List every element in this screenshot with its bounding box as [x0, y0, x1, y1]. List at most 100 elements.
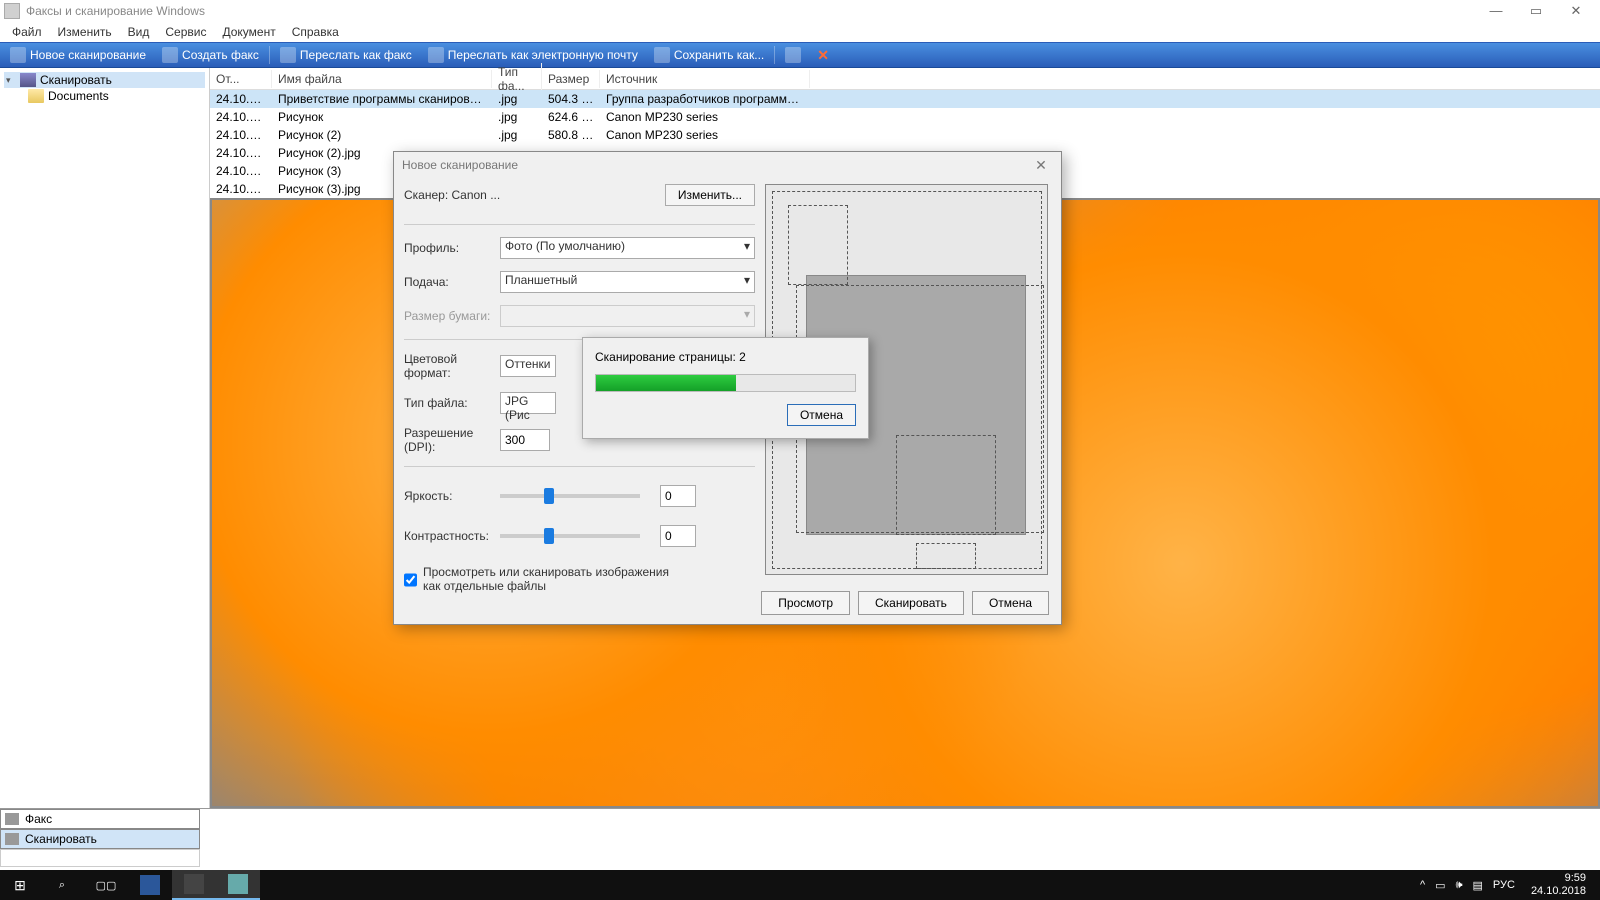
brightness-label: Яркость:: [404, 489, 500, 503]
toolbar-delete[interactable]: ✕: [811, 46, 837, 64]
toolbar-forward-fax-label: Переслать как факс: [300, 48, 412, 62]
taskbar-app-notepad[interactable]: [172, 870, 216, 900]
taskbar-taskview[interactable]: ▢▢: [84, 870, 128, 900]
progress-fill: [596, 375, 736, 391]
tray-volume-icon[interactable]: 🕪: [1456, 879, 1463, 892]
minimize-button[interactable]: —: [1476, 0, 1516, 22]
menu-bar: Файл Изменить Вид Сервис Документ Справк…: [0, 22, 1600, 42]
cell-date: 24.10.201...: [210, 127, 272, 143]
filetype-select[interactable]: JPG (Рис: [500, 392, 556, 414]
progress-cancel-button[interactable]: Отмена: [787, 404, 856, 426]
dpi-input[interactable]: [500, 429, 550, 451]
toolbar-forward-email-label: Переслать как электронную почту: [448, 48, 638, 62]
col-header-date[interactable]: От...: [210, 70, 272, 88]
collapse-icon[interactable]: ▾: [6, 75, 16, 86]
toolbar-save-as[interactable]: Сохранить как...: [648, 45, 770, 65]
notepad-icon: [184, 874, 204, 894]
tray-network-icon[interactable]: ▭: [1435, 879, 1445, 892]
bottom-panels: Факс Сканировать: [0, 808, 1600, 870]
col-header-name[interactable]: Имя файла: [272, 70, 492, 88]
brightness-value[interactable]: [660, 485, 696, 507]
panel-fax[interactable]: Факс: [0, 809, 200, 829]
dialog-close-button[interactable]: ✕: [1029, 157, 1053, 174]
menu-help[interactable]: Справка: [284, 23, 347, 41]
preview-button[interactable]: Просмотр: [761, 591, 850, 615]
color-format-select[interactable]: Оттенки: [500, 355, 556, 377]
cell-type: .jpg: [492, 109, 542, 125]
list-row[interactable]: 24.10.201... Рисунок (2) .jpg 580.8 КБ C…: [210, 126, 1600, 144]
taskbar-clock[interactable]: 9:59 24.10.2018: [1525, 872, 1592, 898]
cell-size: 580.8 КБ: [542, 127, 600, 143]
scan-app-icon: [228, 874, 248, 894]
toolbar-new-scan-label: Новое сканирование: [30, 48, 146, 62]
tray-chevron-icon[interactable]: ^: [1420, 879, 1425, 891]
tray-notification-icon[interactable]: ▤: [1473, 879, 1483, 892]
taskbar-app-scan[interactable]: [216, 870, 260, 900]
cell-type: .jpg: [492, 91, 542, 107]
maximize-button[interactable]: ▭: [1516, 0, 1556, 22]
cell-size: 624.6 КБ: [542, 109, 600, 125]
scan-button[interactable]: Сканировать: [858, 591, 964, 615]
menu-view[interactable]: Вид: [120, 23, 158, 41]
col-header-size[interactable]: Размер: [542, 70, 600, 88]
separate-files-checkbox[interactable]: [404, 567, 417, 593]
cell-type: .jpg: [492, 127, 542, 143]
list-row[interactable]: 24.10.201... Рисунок .jpg 624.6 КБ Canon…: [210, 108, 1600, 126]
color-format-value: Оттенки: [505, 357, 550, 371]
panel-spacer: [0, 849, 200, 867]
cancel-button[interactable]: Отмена: [972, 591, 1049, 615]
filetype-value: JPG (Рис: [505, 394, 530, 422]
slider-thumb-icon[interactable]: [544, 528, 554, 544]
scan-panel-icon: [5, 833, 19, 845]
toolbar-print[interactable]: [779, 45, 807, 65]
sidebar: ▾ Сканировать Documents: [0, 68, 210, 808]
contrast-slider[interactable]: [500, 534, 640, 538]
toolbar-new-fax[interactable]: Создать факс: [156, 45, 265, 65]
selection-region[interactable]: [916, 543, 976, 569]
progress-bar: [595, 374, 856, 392]
taskbar: ⊞ ⌕ ▢▢ ^ ▭ 🕪 ▤ РУС 9:59 24.10.2018: [0, 870, 1600, 900]
toolbar: Новое сканирование Создать факс Переслат…: [0, 42, 1600, 68]
selection-region[interactable]: [788, 205, 848, 285]
app-icon: [4, 3, 20, 19]
profile-select[interactable]: Фото (По умолчанию)▾: [500, 237, 755, 259]
list-row[interactable]: 24.10.201... Приветствие программы скани…: [210, 90, 1600, 108]
brightness-slider[interactable]: [500, 494, 640, 498]
system-tray: ^ ▭ 🕪 ▤ РУС 9:59 24.10.2018: [1412, 872, 1600, 898]
taskbar-app-word[interactable]: [128, 870, 172, 900]
cell-source: Canon MP230 series: [600, 109, 810, 125]
tree-item-documents[interactable]: Documents: [4, 88, 205, 104]
change-scanner-button[interactable]: Изменить...: [665, 184, 755, 206]
toolbar-new-fax-label: Создать факс: [182, 48, 259, 62]
menu-edit[interactable]: Изменить: [50, 23, 120, 41]
paper-label: Размер бумаги:: [404, 309, 500, 323]
cell-name: Рисунок (2): [272, 127, 492, 143]
window-titlebar: Факсы и сканирование Windows — ▭ ✕: [0, 0, 1600, 22]
feed-select[interactable]: Планшетный▾: [500, 271, 755, 293]
tree-root-label: Сканировать: [40, 73, 112, 87]
dialog-titlebar: Новое сканирование ✕: [394, 152, 1061, 178]
tray-language[interactable]: РУС: [1493, 879, 1515, 891]
tree-root-scan[interactable]: ▾ Сканировать: [4, 72, 205, 88]
menu-file[interactable]: Файл: [4, 23, 50, 41]
contrast-value[interactable]: [660, 525, 696, 547]
filetype-label: Тип файла:: [404, 396, 500, 410]
profile-label: Профиль:: [404, 241, 500, 255]
window-title: Факсы и сканирование Windows: [26, 4, 1476, 18]
menu-document[interactable]: Документ: [214, 23, 283, 41]
fax-panel-icon: [5, 813, 19, 825]
separate-files-label: Просмотреть или сканировать изображения …: [423, 565, 683, 593]
print-icon: [785, 47, 801, 63]
dpi-label: Разрешение (DPI):: [404, 426, 500, 454]
col-header-source[interactable]: Источник: [600, 70, 810, 88]
menu-tools[interactable]: Сервис: [157, 23, 214, 41]
start-button[interactable]: ⊞: [0, 877, 40, 894]
clock-date: 24.10.2018: [1531, 885, 1586, 898]
taskbar-search[interactable]: ⌕: [40, 870, 84, 900]
panel-scan[interactable]: Сканировать: [0, 829, 200, 849]
slider-thumb-icon[interactable]: [544, 488, 554, 504]
close-button[interactable]: ✕: [1556, 0, 1596, 22]
selection-region[interactable]: [896, 435, 996, 535]
toolbar-new-scan[interactable]: Новое сканирование: [4, 45, 152, 65]
toolbar-forward-fax[interactable]: Переслать как факс: [274, 45, 418, 65]
